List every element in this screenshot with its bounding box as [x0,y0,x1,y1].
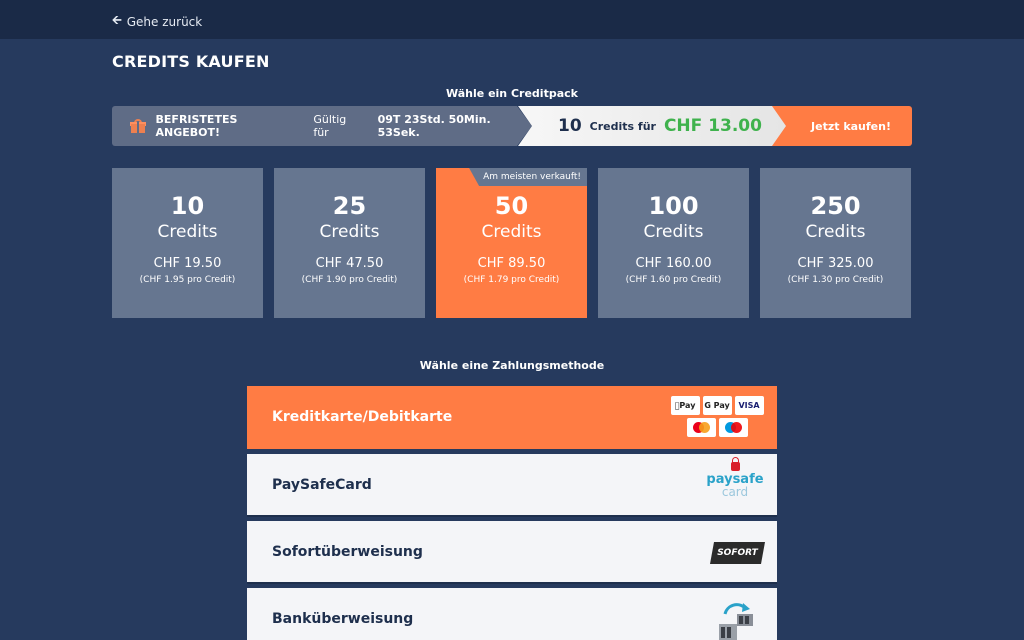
card-logos: Pay G Pay VISA [669,396,765,437]
payment-section-label: Wähle eine Zahlungsmethode [419,359,605,372]
pack-unit: Credits [643,222,704,242]
pack-unit: Credits [805,222,866,242]
credit-pack-100[interactable]: 100 Credits CHF 160.00 (CHF 1.60 pro Cre… [598,168,749,318]
pack-per-credit: (CHF 1.90 pro Credit) [301,275,398,285]
pack-per-credit: (CHF 1.79 pro Credit) [463,275,560,285]
credit-pack-list: 10 Credits CHF 19.50 (CHF 1.95 pro Credi… [112,168,912,318]
google-pay-icon: G Pay [702,396,732,415]
pack-amount: 25 [332,192,367,220]
back-label: Gehe zurück [126,14,203,29]
pack-per-credit: (CHF 1.30 pro Credit) [787,275,884,285]
pack-amount: 250 [810,192,861,220]
payment-option-bank-transfer[interactable]: Banküberweisung [247,588,777,640]
pack-per-credit: (CHF 1.95 pro Credit) [139,275,236,285]
offer-info: BEFRISTETES ANGEBOT! Gültig für 09T 23St… [112,106,532,146]
creditpack-section-label: Wähle ein Creditpack [446,87,578,100]
page-title: CREDITS KAUFEN [112,52,270,71]
payment-option-sofort[interactable]: Sofortüberweisung SOFORT [247,521,777,584]
pack-amount: 10 [170,192,205,220]
payment-label: Kreditkarte/Debitkarte [272,409,453,425]
offer-valid-label: Gültig für [313,113,347,139]
credit-pack-25[interactable]: 25 Credits CHF 47.50 (CHF 1.90 pro Credi… [274,168,425,318]
apple-pay-icon: Pay [670,396,700,415]
arrow-left-icon: 🡨 [112,13,122,27]
back-link[interactable]: 🡨 Gehe zurück [112,11,202,32]
pack-unit: Credits [481,222,542,242]
credit-pack-250[interactable]: 250 Credits CHF 325.00 (CHF 1.30 pro Cre… [760,168,911,318]
pack-unit: Credits [157,222,218,242]
offer-countdown: 09T 23Std. 50Min. 53Sek. [377,113,491,139]
offer-title: BEFRISTETES ANGEBOT! [155,113,238,139]
maestro-icon [718,418,748,437]
credit-pack-10[interactable]: 10 Credits CHF 19.50 (CHF 1.95 pro Credi… [112,168,263,318]
pack-price: CHF 325.00 [797,256,874,271]
payment-label: PaySafeCard [272,477,372,493]
pack-unit: Credits [319,222,380,242]
credit-pack-50[interactable]: Am meisten verkauft! 50 Credits CHF 89.5… [436,168,587,318]
bank-transfer-icon [719,603,753,640]
visa-icon: VISA [734,396,764,415]
sofort-logo-icon: SOFORT [710,542,765,564]
mastercard-icon [686,418,716,437]
payment-label: Banküberweisung [272,611,414,627]
pack-price: CHF 47.50 [315,256,384,271]
offer-buy-button[interactable]: Jetzt kaufen! [772,106,912,146]
top-bar: 🡨 Gehe zurück [0,0,1024,39]
pack-price: CHF 160.00 [635,256,712,271]
bestseller-badge: Am meisten verkauft! [469,168,587,186]
offer-credits-for: Credits für [589,119,656,133]
pack-price: CHF 89.50 [477,256,546,271]
paysafecard-logo-icon: paysafe card [705,457,765,498]
pack-price: CHF 19.50 [153,256,222,271]
offer-details: 10 Credits für CHF 13.00 [518,106,798,146]
pack-amount: 100 [648,192,699,220]
limited-offer-banner: BEFRISTETES ANGEBOT! Gültig für 09T 23St… [112,106,912,146]
gift-icon [130,119,146,133]
pack-per-credit: (CHF 1.60 pro Credit) [625,275,722,285]
payment-option-paysafecard[interactable]: PaySafeCard paysafe card [247,454,777,517]
pack-amount: 50 [494,192,529,220]
payment-option-card[interactable]: Kreditkarte/Debitkarte Pay G Pay VISA [247,386,777,449]
payment-label: Sofortüberweisung [272,544,423,560]
offer-credits-amount: 10 [558,116,582,136]
offer-price: CHF 13.00 [663,116,762,136]
